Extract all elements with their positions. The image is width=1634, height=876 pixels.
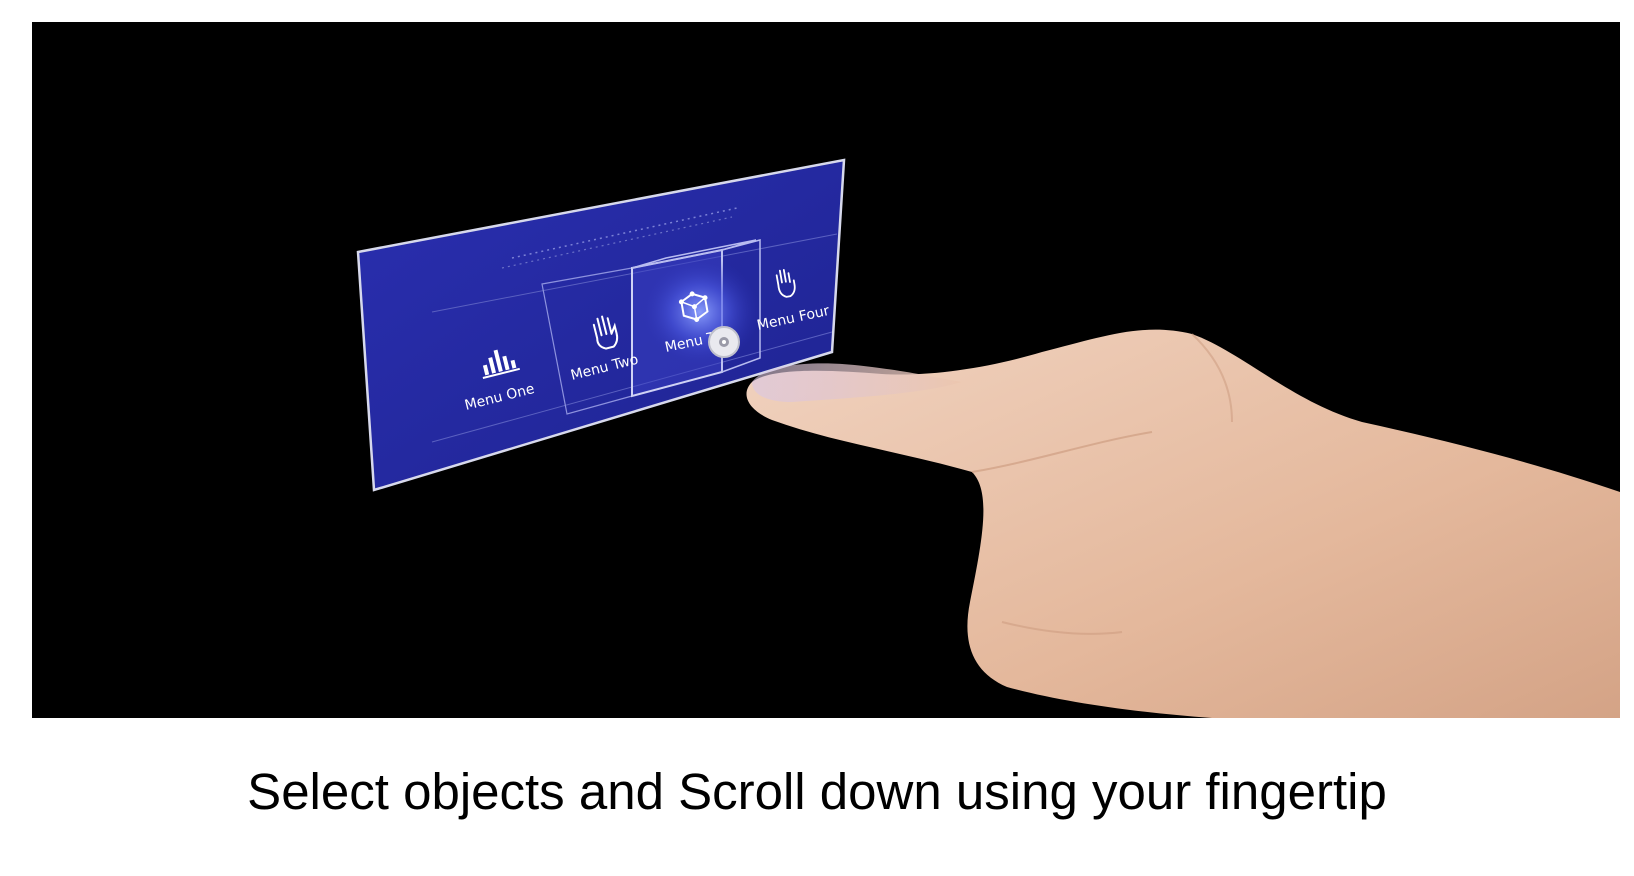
page: Menu One Menu Two Menu Th Menu Four Sele…: [0, 0, 1634, 876]
hand-illustration: [746, 329, 1620, 718]
hologram-illustration: Menu One Menu Two Menu Th Menu Four: [356, 158, 1620, 718]
caption-text: Select objects and Scroll down using you…: [247, 763, 1387, 820]
hologram-scene: Menu One Menu Two Menu Th Menu Four: [32, 22, 1620, 718]
fingertip-cursor-icon: [708, 326, 740, 358]
